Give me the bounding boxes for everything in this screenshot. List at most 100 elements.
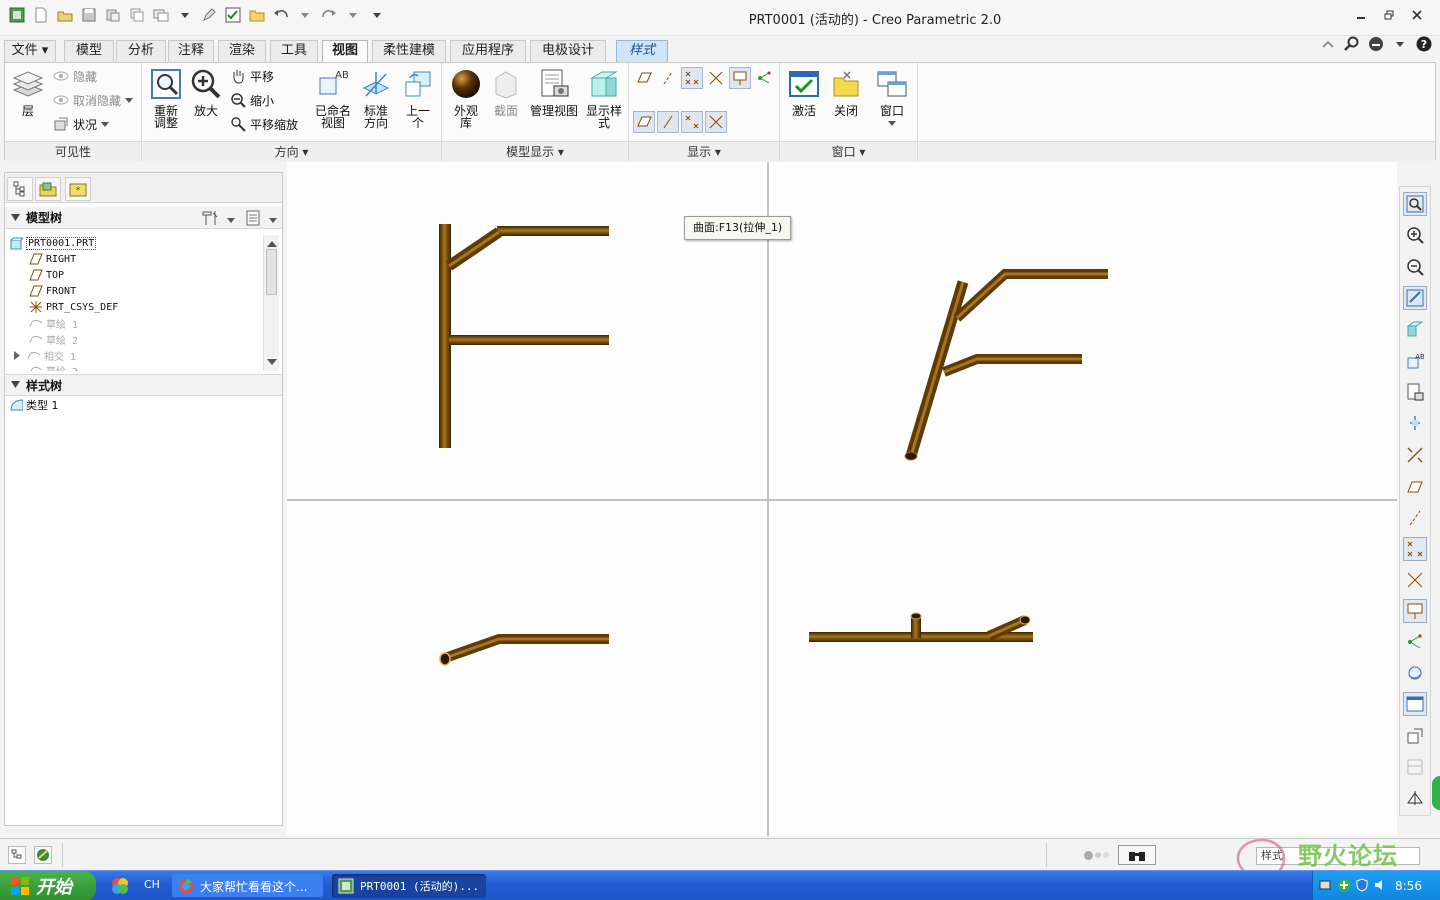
start-button[interactable]: 开始 <box>0 871 96 900</box>
pan-zoom-button[interactable]: 平移缩放 <box>230 113 298 135</box>
zoom-in-button[interactable]: 放大 <box>188 67 224 117</box>
network-icon[interactable] <box>1319 878 1333 895</box>
tree-item-style-type[interactable]: 类型 1 <box>9 397 59 413</box>
refit-icon[interactable] <box>1403 192 1427 216</box>
close-window-button[interactable]: 关闭 <box>826 67 866 117</box>
csys-display-icon[interactable] <box>1403 443 1427 467</box>
tab-electrode-design[interactable]: 电极设计 <box>530 40 606 62</box>
point-display-icon[interactable] <box>1403 537 1427 561</box>
layer-button[interactable]: 层 <box>9 67 47 117</box>
taskbar-item-browser[interactable]: 大家帮忙看看这个... <box>172 874 324 898</box>
edge-tab[interactable] <box>1432 776 1440 810</box>
manage-views-button[interactable]: 管理视图 <box>528 67 580 117</box>
dropdown-arrow-icon[interactable] <box>269 214 277 228</box>
selection-filter-dropdown[interactable]: 样式 <box>1256 847 1420 865</box>
appearance-gallery-button[interactable]: 外观 库 <box>446 67 486 129</box>
search-icon[interactable] <box>1344 36 1360 52</box>
dropdown-arrow-icon[interactable] <box>1392 36 1408 52</box>
group-label-window[interactable]: 窗口 ▾ <box>780 141 917 161</box>
point-tag-icon[interactable] <box>681 111 703 133</box>
tab-flexible-modeling[interactable]: 柔性建模 <box>372 40 446 62</box>
axis-display-icon[interactable] <box>657 67 679 89</box>
folder-browser-tab-icon[interactable] <box>35 177 61 201</box>
model-tree-scrollbar[interactable] <box>263 235 279 371</box>
security-icon[interactable] <box>1337 878 1351 895</box>
tree-item-right[interactable]: RIGHT <box>29 251 76 267</box>
display-style-icon[interactable] <box>1403 317 1427 341</box>
tree-item-sketch-3[interactable]: 草绘 3 <box>29 363 78 371</box>
zoom-out-icon[interactable] <box>1403 255 1427 279</box>
tree-settings-icon[interactable] <box>201 210 219 229</box>
group-label-model-display[interactable]: 模型显示 ▾ <box>442 141 628 161</box>
open-icon[interactable] <box>56 6 74 24</box>
windows-button[interactable]: 窗口 <box>872 67 912 129</box>
window-icon[interactable] <box>1403 692 1427 716</box>
language-indicator[interactable]: CH <box>144 878 160 891</box>
folder-icon[interactable] <box>248 6 266 24</box>
tab-file[interactable]: 文件 ▾ <box>4 40 56 62</box>
quicklaunch-icon[interactable] <box>110 876 130 896</box>
tree-item-part[interactable]: PRT0001.PRT <box>9 235 97 251</box>
pipe-model-iso-view[interactable] <box>904 269 1108 461</box>
dropdown-arrow-icon[interactable] <box>227 214 235 228</box>
model-viewports[interactable] <box>287 162 1397 836</box>
pipe-model-side-view[interactable] <box>809 612 1033 642</box>
datum-csys-icon[interactable] <box>1403 568 1427 592</box>
spin-center-icon[interactable] <box>1403 630 1427 654</box>
help-icon[interactable]: ? <box>1416 36 1432 52</box>
dropdown-arrow-icon[interactable] <box>176 6 194 24</box>
regenerate-icon[interactable] <box>104 6 122 24</box>
unhide-button[interactable]: 取消隐藏 <box>53 89 134 111</box>
copy-icon[interactable] <box>128 6 146 24</box>
model-tree-toggle-icon[interactable] <box>8 846 26 864</box>
favorites-tab-icon[interactable]: * <box>65 177 91 201</box>
shield-icon[interactable] <box>1355 877 1369 895</box>
appearance-icon[interactable] <box>1403 661 1427 685</box>
browser-toggle-icon[interactable] <box>34 846 52 864</box>
minimize-icon[interactable] <box>1352 6 1370 24</box>
section-view-icon[interactable] <box>1403 724 1427 748</box>
windows-icon[interactable] <box>152 6 170 24</box>
standard-orientation-button[interactable]: 标准 方向 <box>356 67 396 129</box>
view-manager-icon[interactable] <box>1403 380 1427 404</box>
saved-orientations-icon[interactable]: AB <box>1403 349 1427 373</box>
tab-applications[interactable]: 应用程序 <box>450 40 526 62</box>
taskbar-item-creo[interactable]: PRT0001 (活动的)... <box>332 874 486 898</box>
group-label-show[interactable]: 显示 ▾ <box>629 141 779 161</box>
tab-view[interactable]: 视图 <box>322 40 368 64</box>
layout-icon[interactable] <box>1403 755 1427 779</box>
clock[interactable]: 8:56 <box>1395 879 1422 893</box>
new-icon[interactable] <box>32 6 50 24</box>
named-views-button[interactable]: AB 已命名 视图 <box>312 67 354 129</box>
community-icon[interactable] <box>1368 36 1384 52</box>
scroll-down-arrow-icon[interactable] <box>267 355 277 369</box>
tree-item-intersect-1[interactable]: 相交 1 <box>13 347 76 363</box>
save-icon[interactable] <box>80 6 98 24</box>
annotation-display-icon[interactable] <box>729 67 751 89</box>
verify-icon[interactable] <box>224 6 242 24</box>
show-icon[interactable] <box>245 210 261 229</box>
annotation-display-icon[interactable] <box>1403 599 1427 623</box>
tree-item-sketch-1[interactable]: 草绘 1 <box>29 315 78 331</box>
collapse-ribbon-icon[interactable] <box>1320 36 1336 52</box>
dropdown-arrow-icon[interactable] <box>296 6 314 24</box>
pan-button[interactable]: 平移 <box>230 65 274 87</box>
status-button[interactable]: 状况 <box>53 113 110 135</box>
undo-icon[interactable] <box>272 6 290 24</box>
display-style-button[interactable]: 显示样 式 <box>582 67 626 129</box>
tab-analysis[interactable]: 分析 <box>116 40 166 62</box>
plane-display-icon[interactable] <box>633 67 655 89</box>
tree-item-front[interactable]: FRONT <box>29 283 76 299</box>
plane-tag-icon[interactable] <box>633 111 655 133</box>
redo-icon[interactable] <box>320 6 338 24</box>
edit-icon[interactable] <box>200 6 218 24</box>
section-button[interactable]: 截面 <box>488 67 524 117</box>
graphics-window[interactable] <box>287 162 1397 836</box>
repaint-icon[interactable] <box>1403 286 1427 310</box>
find-button[interactable] <box>1118 845 1156 865</box>
pipe-model-top-view[interactable] <box>439 634 609 666</box>
hide-button[interactable]: 隐藏 <box>53 65 97 87</box>
reflection-icon[interactable] <box>1403 786 1427 810</box>
csys-tag-icon[interactable] <box>705 111 727 133</box>
tab-render[interactable]: 渲染 <box>218 40 266 62</box>
